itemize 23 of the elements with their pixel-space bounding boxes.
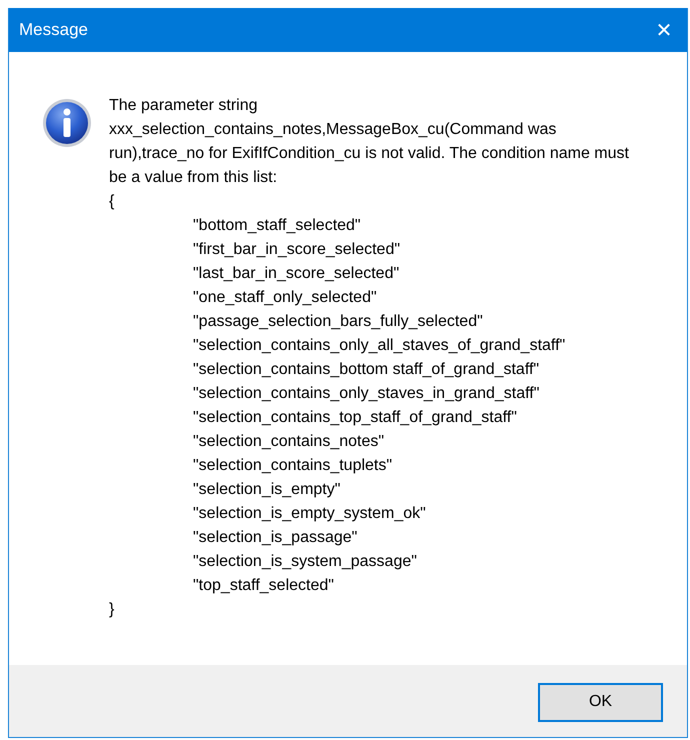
condition-name: "bottom_staff_selected" bbox=[192, 216, 362, 236]
condition-name: "last_bar_in_score_selected" bbox=[192, 264, 400, 284]
condition-name: "top_staff_selected" bbox=[192, 576, 335, 596]
close-button[interactable]: ✕ bbox=[641, 8, 687, 52]
message-text: The parameter string xxx_selection_contains_notes,MessageBox_cu(Command was run),trace_no for ExifIfCondition_cu is not valid. The condition name must be a value from this list: bbox=[109, 96, 630, 188]
window-title: Message bbox=[19, 20, 88, 40]
condition-name: "selection_contains_notes" bbox=[192, 432, 386, 452]
condition-name: "selection_is_empty" bbox=[192, 480, 342, 500]
condition-name: "selection_contains_only_staves_in_grand_staff" bbox=[192, 384, 540, 404]
ok-button[interactable]: OK bbox=[538, 682, 663, 722]
condition-name: "selection_contains_tuplets" bbox=[192, 456, 394, 476]
condition-name: "selection_contains_bottom staff_of_grand_staff" bbox=[192, 360, 540, 380]
condition-name: "selection_is_system_passage" bbox=[192, 552, 418, 572]
condition-name: "one_staff_only_selected" bbox=[192, 288, 378, 308]
condition-name: "selection_is_empty_system_ok" bbox=[192, 504, 427, 524]
brace: { bbox=[109, 192, 114, 212]
condition-name: "selection_contains_only_all_staves_of_grand_staff" bbox=[192, 336, 566, 356]
info-icon bbox=[42, 98, 92, 148]
condition-name: "selection_is_passage" bbox=[192, 528, 358, 548]
brace: } bbox=[109, 600, 114, 620]
condition-name: "first_bar_in_score_selected" bbox=[192, 240, 402, 260]
condition-name: "selection_contains_top_staff_of_grand_staff" bbox=[192, 408, 518, 428]
condition-name: "passage_selection_bars_fully_selected" bbox=[192, 312, 484, 332]
